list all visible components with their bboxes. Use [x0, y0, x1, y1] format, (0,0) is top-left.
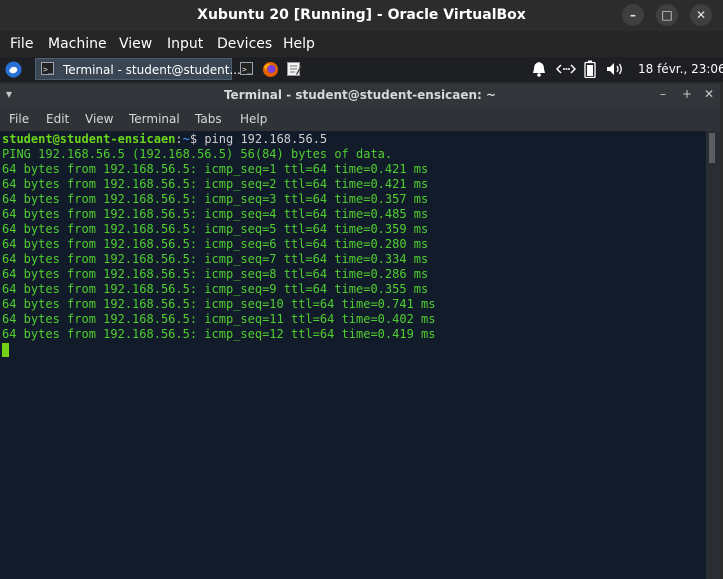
terminal-cursor [2, 343, 9, 357]
terminal-menu-edit[interactable]: Edit [46, 112, 69, 126]
prompt-command: ping 192.168.56.5 [197, 132, 328, 146]
terminal-output-line: 64 bytes from 192.168.56.5: icmp_seq=5 t… [2, 222, 429, 236]
terminal-output-line: 64 bytes from 192.168.56.5: icmp_seq=1 t… [2, 162, 429, 176]
terminal-launcher-icon[interactable]: >_ [240, 62, 253, 75]
host-menu-devices[interactable]: Devices [217, 36, 272, 52]
terminal-menu-bar: File Edit View Terminal Tabs Help [0, 106, 720, 131]
terminal-menu-terminal[interactable]: Terminal [129, 112, 180, 126]
host-menu-bar: File Machine View Input Devices Help [0, 31, 723, 57]
host-menu-file[interactable]: File [10, 36, 33, 52]
xubuntu-menu-icon[interactable] [5, 61, 22, 78]
terminal-output-line: 64 bytes from 192.168.56.5: icmp_seq=3 t… [2, 192, 429, 206]
xfce-panel: >_ Terminal - student@student... >_ 18 f… [0, 57, 723, 82]
volume-icon[interactable] [606, 62, 624, 76]
text-editor-icon[interactable] [286, 61, 302, 77]
terminal-output-area[interactable]: student@student-ensicaen:~$ ping 192.168… [0, 131, 706, 579]
scrollbar-thumb[interactable] [709, 133, 715, 163]
maximize-button[interactable]: □ [656, 4, 678, 26]
host-menu-input[interactable]: Input [167, 36, 203, 52]
terminal-output-line: 64 bytes from 192.168.56.5: icmp_seq=10 … [2, 297, 436, 311]
terminal-output-line: 64 bytes from 192.168.56.5: icmp_seq=9 t… [2, 282, 429, 296]
minimize-button[interactable]: – [622, 4, 644, 26]
terminal-output-line: 64 bytes from 192.168.56.5: icmp_seq=8 t… [2, 267, 429, 281]
taskbar-terminal-button[interactable]: >_ Terminal - student@student... [35, 58, 241, 80]
terminal-menu-help[interactable]: Help [240, 112, 267, 126]
firefox-icon[interactable] [262, 61, 279, 78]
terminal-close-button[interactable]: ✕ [704, 87, 714, 101]
terminal-minimize-button[interactable]: – [660, 87, 666, 101]
terminal-window: ▾ Terminal - student@student-ensicaen: ~… [0, 84, 720, 579]
battery-icon[interactable] [584, 60, 596, 78]
host-menu-help[interactable]: Help [283, 36, 315, 52]
taskbar-terminal-label: Terminal - student@student... [63, 63, 241, 77]
terminal-window-title: Terminal - student@student-ensicaen: ~ [223, 88, 497, 102]
close-button[interactable]: ✕ [690, 4, 712, 26]
panel-clock[interactable]: 18 févr., 23:06 [638, 62, 723, 76]
terminal-output-line: 64 bytes from 192.168.56.5: icmp_seq=4 t… [2, 207, 429, 221]
terminal-output-line: 64 bytes from 192.168.56.5: icmp_seq=7 t… [2, 252, 429, 266]
terminal-maximize-button[interactable]: + [682, 87, 692, 101]
notification-bell-icon[interactable] [532, 61, 546, 77]
terminal-title-bar: ▾ Terminal - student@student-ensicaen: ~… [0, 84, 720, 106]
terminal-output-line: 64 bytes from 192.168.56.5: icmp_seq=11 … [2, 312, 436, 326]
terminal-prompt-line: student@student-ensicaen:~$ ping 192.168… [2, 132, 327, 147]
prompt-symbol: $ [189, 132, 198, 146]
host-menu-view[interactable]: View [119, 36, 152, 52]
terminal-menu-tabs[interactable]: Tabs [195, 112, 222, 126]
terminal-icon: >_ [41, 62, 54, 75]
network-icon[interactable] [556, 63, 576, 75]
host-menu-machine[interactable]: Machine [48, 36, 107, 52]
prompt-path: ~ [182, 132, 190, 146]
terminal-output-line: 64 bytes from 192.168.56.5: icmp_seq=2 t… [2, 177, 429, 191]
terminal-output-line: PING 192.168.56.5 (192.168.56.5) 56(84) … [2, 147, 393, 161]
terminal-output-line: 64 bytes from 192.168.56.5: icmp_seq=12 … [2, 327, 436, 341]
prompt-user: student@student-ensicaen [2, 132, 176, 146]
host-title-bar: Xubuntu 20 [Running] - Oracle VirtualBox… [0, 0, 723, 31]
host-window-title: Xubuntu 20 [Running] - Oracle VirtualBox [197, 7, 526, 23]
terminal-menu-view[interactable]: View [85, 112, 113, 126]
prompt-separator: : [175, 132, 183, 146]
terminal-output-line: 64 bytes from 192.168.56.5: icmp_seq=6 t… [2, 237, 429, 251]
terminal-menu-file[interactable]: File [9, 112, 29, 126]
terminal-scrollbar[interactable] [706, 131, 720, 579]
